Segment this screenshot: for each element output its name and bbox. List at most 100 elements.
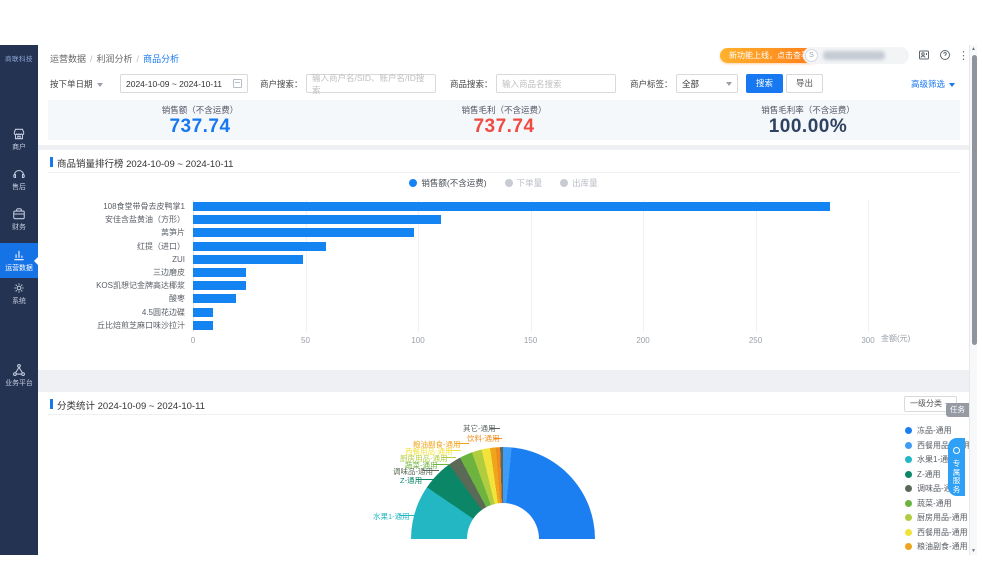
business-platform-icon [12, 363, 26, 377]
bar-category-label: 安佳含盐黄油（方形） [48, 214, 193, 225]
scrollbar-thumb[interactable] [972, 55, 977, 345]
label-leader-line [447, 450, 461, 451]
x-tick-label: 300 [861, 336, 874, 345]
bar-chart-card: 商品销量排行榜 2024-10-09 ~ 2024-10-11 销售额(不含运费… [38, 150, 969, 370]
sidebar-item-business-platform[interactable]: 业务平台 [0, 363, 38, 387]
sidebar-item-operation-data[interactable]: 运营数据 [0, 243, 38, 278]
chevron-down-icon [949, 83, 955, 87]
legend-item[interactable]: 销售额(不含运费) [409, 177, 486, 189]
legend-dot-icon [905, 529, 912, 536]
bar[interactable] [193, 228, 414, 237]
operation-data-icon [12, 248, 26, 262]
help-icon[interactable] [939, 48, 951, 66]
bar[interactable] [193, 308, 213, 317]
x-tick-label: 150 [524, 336, 537, 345]
legend-dot-icon [905, 485, 912, 492]
chevron-down-icon [726, 82, 732, 86]
legend-dot-icon [409, 179, 417, 187]
more-icon[interactable]: ⋮ [958, 49, 969, 62]
pie-chart-card: 分类统计 2024-10-09 ~ 2024-10-11 一级分类 其它-通用饮… [38, 392, 969, 555]
bar-chart-legend: 销售额(不含运费) 下单量 出库量 [38, 177, 969, 189]
bar-row: 丘比焙煎芝麻口味沙拉汁 [48, 319, 960, 332]
kpi-gross-margin: 销售毛利率（不含运费） 100.00% [656, 100, 960, 140]
label-leader-line [433, 464, 449, 465]
aftersale-icon [12, 167, 26, 181]
search-button[interactable]: 搜索 [746, 74, 783, 93]
bar-category-label: 丘比焙煎芝麻口味沙拉汁 [48, 320, 193, 331]
user-name-blurred [823, 51, 885, 60]
service-pill[interactable]: 专属服务 [948, 438, 965, 496]
legend-dot-icon [905, 427, 912, 434]
sidebar-item-merchant[interactable]: 商户 [0, 127, 38, 151]
content-area: 运营数据/利润分析/商品分析 新功能上线，点击查看 S ⋮ 按下单日期 2024… [38, 45, 969, 555]
pie-legend-item[interactable]: 厨房用品-通用 [905, 512, 968, 523]
merchant-search-input[interactable]: 输入商户名/SID、账户名/ID搜索 [306, 74, 436, 93]
bar[interactable] [193, 242, 326, 251]
sidebar-item-finance[interactable]: 财务 [0, 207, 38, 231]
breadcrumb-current: 商品分析 [143, 54, 179, 64]
sidebar-item-aftersale[interactable]: 售后 [0, 167, 38, 191]
task-tag[interactable]: 任务 [946, 403, 969, 417]
bar[interactable] [193, 215, 441, 224]
merchant-search-label: 商户搜索： [260, 78, 303, 90]
legend-dot-icon [905, 456, 912, 463]
label-leader-line [455, 443, 469, 444]
merchant-tag-select[interactable]: 全部 [676, 74, 738, 93]
bar[interactable] [193, 202, 830, 211]
x-tick-label: 50 [301, 336, 310, 345]
pie-legend-item[interactable]: 粮油副食-通用 [905, 541, 968, 552]
legend-item[interactable]: 下单量 [505, 177, 543, 189]
sidebar-item-system[interactable]: 系统 [0, 281, 38, 305]
legend-dot-icon [905, 471, 912, 478]
label-leader-line [442, 457, 456, 458]
date-range-input[interactable]: 2024-10-09 ~ 2024-10-11 [120, 74, 248, 93]
bar[interactable] [193, 281, 246, 290]
export-button[interactable]: 导出 [786, 74, 823, 93]
advanced-filter-link[interactable]: 高级筛选 [911, 78, 955, 90]
bar-row: 三边磨皮 [48, 266, 960, 279]
scroll-up-icon[interactable]: ▲ [971, 46, 976, 52]
merchant-tag-label: 商户标签： [630, 78, 673, 90]
pie-legend-item[interactable]: 西餐用品-通用 [905, 527, 968, 538]
bar-category-label: 莴笋片 [48, 227, 193, 238]
x-tick-label: 100 [411, 336, 424, 345]
finance-icon [12, 207, 26, 221]
legend-item[interactable]: 出库量 [560, 177, 598, 189]
bar[interactable] [193, 294, 236, 303]
merchant-icon [12, 127, 26, 141]
date-type-select[interactable]: 按下单日期 [50, 78, 103, 90]
scroll-down-icon[interactable]: ▼ [971, 548, 976, 554]
label-leader-line [416, 479, 438, 480]
bar-category-label: KOS凯想记金牌高达椰浆 [48, 280, 193, 291]
bar-category-label: 4.5圆花边碟 [48, 307, 193, 318]
bar-category-label: 108食堂带骨去皮鸭掌1 [48, 201, 193, 212]
kpi-gross-profit: 销售毛利（不含运费） 737.74 [352, 100, 656, 140]
bar-row: 安佳含盐黄油（方形） [48, 213, 960, 226]
label-leader-line [490, 428, 500, 429]
pie-legend-item[interactable]: Z-通用 [905, 469, 941, 480]
user-pill[interactable]: S [803, 47, 909, 64]
pie-chart-title: 分类统计 2024-10-09 ~ 2024-10-11 [50, 398, 205, 412]
bar-chart-title: 商品销量排行榜 2024-10-09 ~ 2024-10-11 [50, 156, 233, 170]
scrollbar[interactable]: ▲ ▼ [969, 45, 977, 555]
breadcrumb-item[interactable]: 运营数据 [50, 54, 86, 64]
breadcrumb-item[interactable]: 利润分析 [97, 54, 133, 64]
calendar-icon [233, 79, 242, 88]
pie-legend-item[interactable]: 冻品-通用 [905, 425, 952, 436]
legend-dot-icon [905, 500, 912, 507]
system-icon [12, 281, 26, 295]
bar-row: ZUI [48, 253, 960, 266]
product-search-input[interactable]: 输入商品名搜索 [496, 74, 616, 93]
bar[interactable] [193, 268, 246, 277]
headset-icon [953, 447, 960, 454]
page: 商联科技 商户售后财务运营数据系统业务平台 运营数据/利润分析/商品分析 新功能… [0, 0, 983, 583]
bar[interactable] [193, 255, 303, 264]
x-tick-label: 200 [636, 336, 649, 345]
bar-chart-plot: 108食堂带骨去皮鸭掌1 安佳含盐黄油（方形） 莴笋片红提（进口）ZUI三边磨皮KO… [48, 200, 960, 332]
chevron-down-icon [97, 83, 103, 87]
app-logo: 商联科技 [0, 53, 38, 63]
contacts-icon[interactable] [918, 48, 930, 66]
bar-category-label: 红提（进口） [48, 241, 193, 252]
bar[interactable] [193, 321, 213, 330]
pie-legend-item[interactable]: 蔬菜-通用 [905, 498, 952, 509]
